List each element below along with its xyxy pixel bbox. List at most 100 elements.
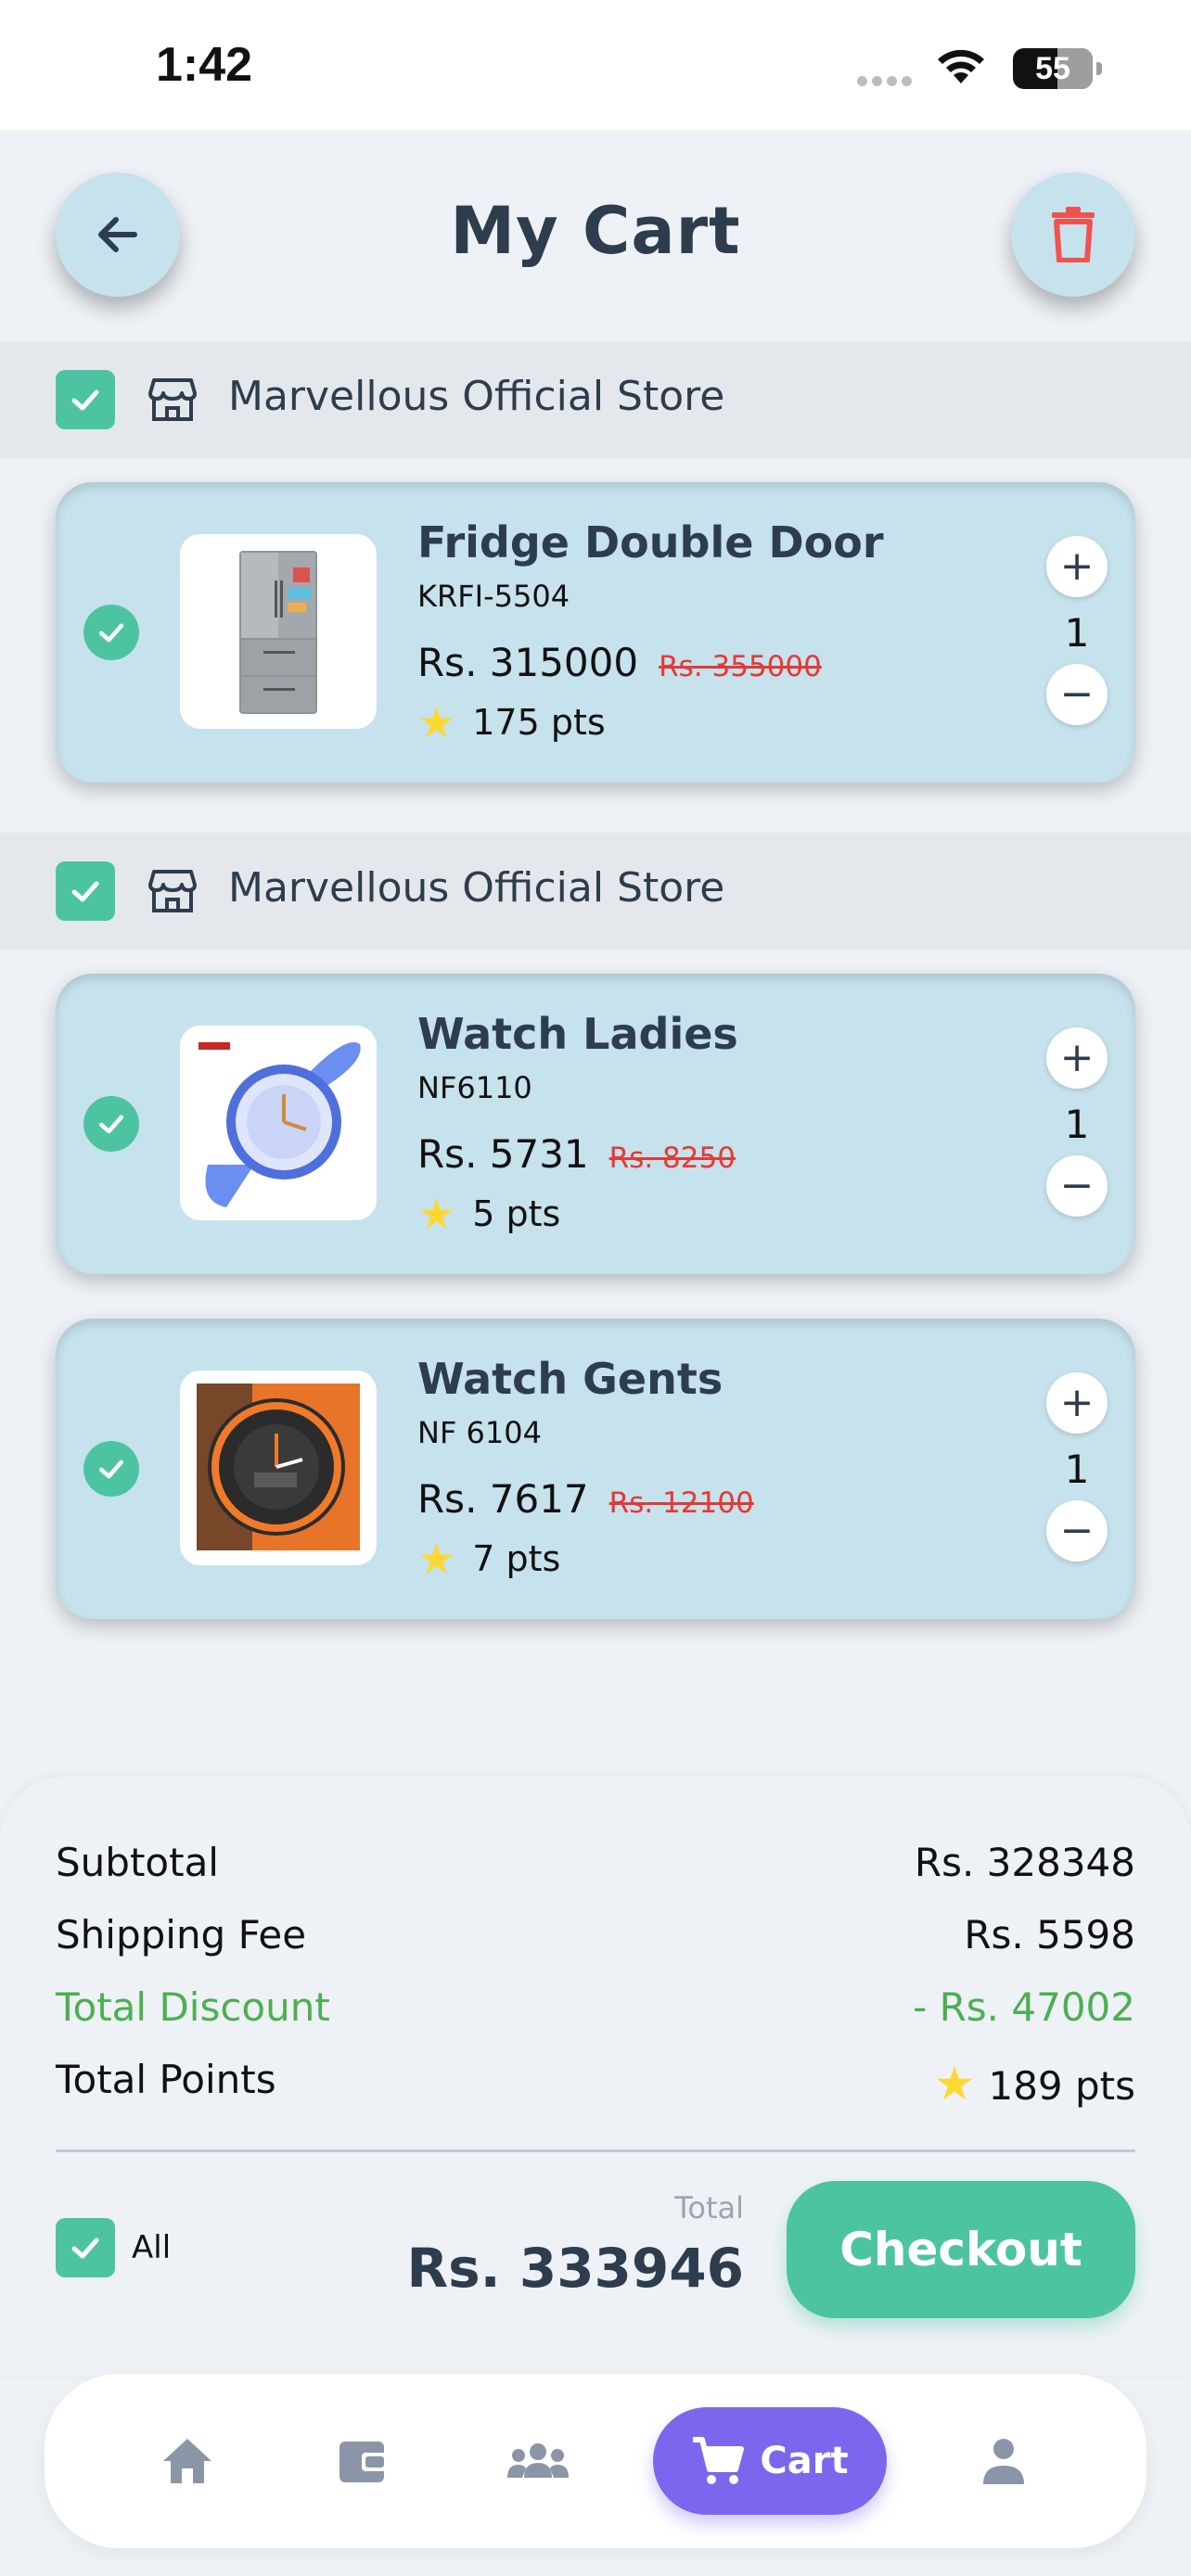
points-label: Total Points	[56, 2057, 276, 2102]
star-icon: ★	[417, 1189, 456, 1239]
product-sku: NF6110	[417, 1070, 532, 1105]
qty-decrease-button[interactable]: −	[1046, 664, 1108, 725]
nav-cart[interactable]: Cart	[653, 2407, 887, 2515]
product-old-price: Rs. 12100	[608, 1486, 754, 1520]
product-image[interactable]	[180, 534, 377, 729]
checkout-button[interactable]: Checkout	[787, 2181, 1135, 2318]
nav-community[interactable]	[492, 2418, 584, 2504]
item-checkbox[interactable]	[83, 605, 139, 660]
check-icon	[71, 2238, 99, 2259]
product-points: ★ 5 pts	[417, 1192, 560, 1235]
product-sku: NF 6104	[417, 1415, 542, 1450]
fridge-image	[239, 551, 317, 714]
subtotal-row: Subtotal Rs. 328348	[56, 1840, 1135, 1885]
item-checkbox[interactable]	[83, 1441, 139, 1497]
cart-item: Watch Ladies NF6110 Rs. 5731 Rs. 8250 ★ 5 …	[56, 974, 1135, 1274]
points-value-wrap: ★ 189 pts	[934, 2057, 1135, 2111]
minus-icon: −	[1059, 670, 1095, 718]
plus-icon: +	[1059, 1379, 1095, 1426]
wifi-icon	[938, 49, 984, 83]
select-all-label: All	[132, 2229, 172, 2266]
home-icon	[163, 2439, 211, 2483]
store-name: Marvellous Official Store	[228, 864, 725, 912]
battery-level: 55	[1035, 51, 1070, 86]
trash-icon	[1052, 207, 1095, 262]
watch-ladies-image	[198, 1042, 361, 1207]
discount-label: Total Discount	[56, 1984, 330, 2030]
qty-increase-button[interactable]: +	[1046, 1027, 1108, 1089]
check-icon	[71, 389, 99, 411]
battery-icon: 55	[1013, 48, 1102, 89]
plus-icon: +	[1059, 542, 1095, 590]
store-header: Marvellous Official Store	[0, 833, 1191, 950]
product-points: ★ 7 pts	[417, 1537, 560, 1580]
cart-item: Fridge Double Door KRFI-5504 Rs. 315000 R…	[56, 482, 1135, 783]
minus-icon: −	[1059, 1507, 1095, 1554]
product-price-row: Rs. 5731 Rs. 8250	[417, 1131, 736, 1177]
divider	[56, 2149, 1135, 2152]
total-label: Total	[674, 2190, 744, 2225]
nav-profile[interactable]	[957, 2418, 1050, 2504]
product-points-value: 5 pts	[472, 1193, 561, 1234]
shipping-label: Shipping Fee	[56, 1912, 307, 1958]
qty-increase-button[interactable]: +	[1046, 536, 1108, 597]
points-row: Total Points ★ 189 pts	[56, 2057, 1135, 2111]
store-name: Marvellous Official Store	[228, 373, 725, 420]
nav-home[interactable]	[141, 2418, 234, 2504]
select-all-checkbox[interactable]	[56, 2218, 115, 2277]
star-icon: ★	[417, 1534, 456, 1584]
product-price: Rs. 7617	[417, 1476, 589, 1522]
product-points-value: 7 pts	[472, 1538, 561, 1579]
wallet-icon	[339, 2442, 388, 2482]
product-name: Fridge Double Door	[417, 517, 884, 567]
store-checkbox[interactable]	[56, 861, 115, 921]
store-icon	[148, 870, 197, 912]
qty-value: 1	[1064, 1102, 1090, 1147]
qty-decrease-button[interactable]: −	[1046, 1500, 1108, 1562]
check-icon	[98, 1460, 124, 1479]
product-price-row: Rs. 315000 Rs. 355000	[417, 640, 822, 685]
star-icon: ★	[933, 2057, 976, 2111]
product-price: Rs. 315000	[417, 640, 639, 685]
product-price: Rs. 5731	[417, 1131, 589, 1177]
cart-icon	[693, 2437, 745, 2484]
product-name: Watch Ladies	[417, 1009, 738, 1059]
nav-wallet[interactable]	[317, 2418, 410, 2504]
plus-icon: +	[1059, 1034, 1095, 1081]
check-icon	[71, 881, 99, 902]
qty-value: 1	[1064, 610, 1090, 656]
product-points: ★ 175 pts	[417, 701, 606, 744]
product-sku: KRFI-5504	[417, 579, 570, 614]
item-checkbox[interactable]	[83, 1096, 139, 1152]
star-icon: ★	[417, 697, 456, 747]
product-old-price: Rs. 8250	[608, 1141, 736, 1175]
shipping-value: Rs. 5598	[964, 1912, 1135, 1958]
subtotal-label: Subtotal	[56, 1840, 219, 1885]
product-points-value: 175 pts	[472, 702, 606, 743]
discount-value: - Rs. 47002	[913, 1984, 1135, 2030]
person-icon	[983, 2439, 1024, 2484]
subtotal-value: Rs. 328348	[914, 1840, 1135, 1885]
signal-icon	[857, 72, 922, 86]
points-value: 189 pts	[988, 2063, 1135, 2109]
product-name: Watch Gents	[417, 1354, 724, 1404]
minus-icon: −	[1059, 1162, 1095, 1209]
delete-button[interactable]	[1011, 172, 1135, 297]
qty-increase-button[interactable]: +	[1046, 1372, 1108, 1434]
product-old-price: Rs. 355000	[659, 650, 822, 683]
shipping-row: Shipping Fee Rs. 5598	[56, 1912, 1135, 1958]
discount-row: Total Discount - Rs. 47002	[56, 1984, 1135, 2030]
status-time: 1:42	[156, 38, 253, 92]
bottom-nav: Cart	[45, 2374, 1146, 2548]
check-icon	[98, 1115, 124, 1134]
product-image[interactable]	[180, 1371, 377, 1565]
qty-decrease-button[interactable]: −	[1046, 1155, 1108, 1217]
cart-item: Watch Gents NF 6104 Rs. 7617 Rs. 12100 ★ 7…	[56, 1319, 1135, 1619]
check-icon	[98, 623, 124, 643]
store-icon	[148, 378, 197, 421]
nav-cart-label: Cart	[760, 2440, 849, 2482]
qty-value: 1	[1064, 1447, 1090, 1492]
store-checkbox[interactable]	[56, 370, 115, 429]
total-value: Rs. 333946	[406, 2237, 744, 2300]
product-image[interactable]	[180, 1026, 377, 1220]
